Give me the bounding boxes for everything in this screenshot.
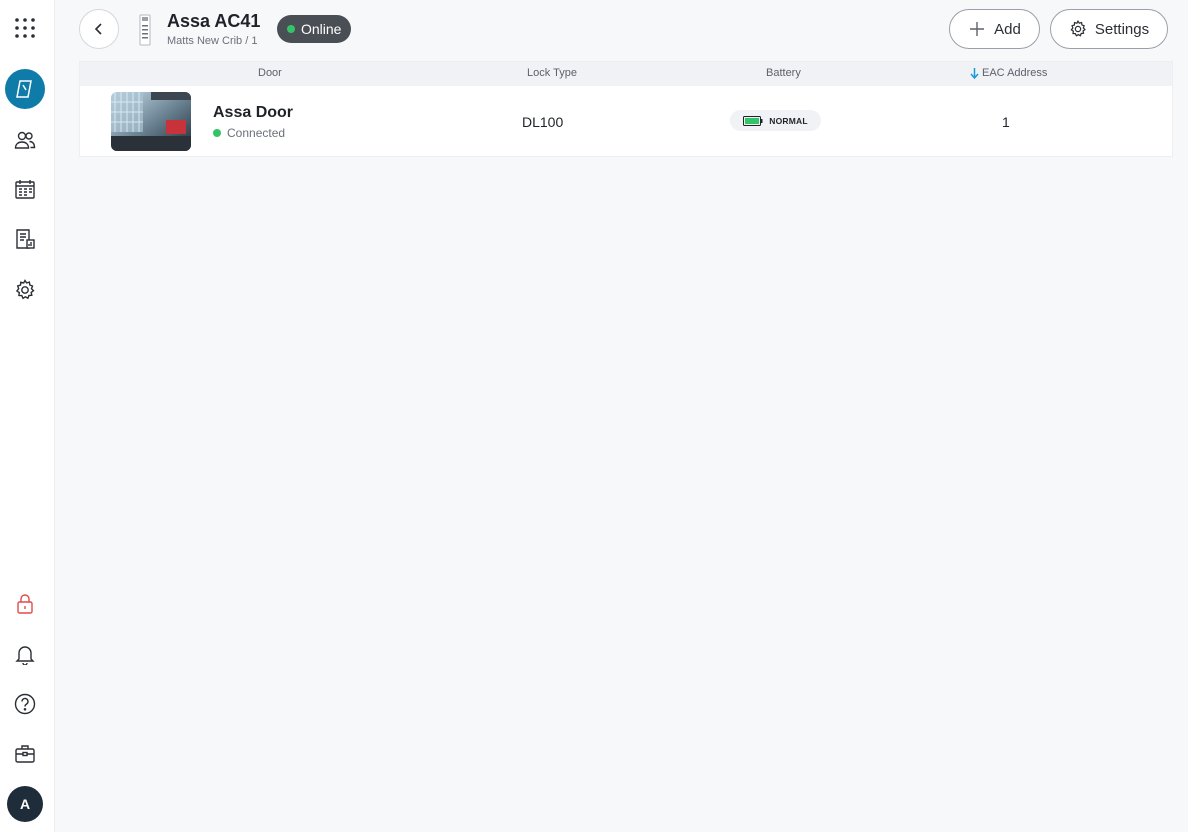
settings-button[interactable]: Settings xyxy=(1050,9,1168,49)
chevron-left-icon xyxy=(94,23,102,35)
add-button[interactable]: Add xyxy=(949,9,1040,49)
doors-table: Door Lock Type Battery EAC Address Assa … xyxy=(79,61,1173,157)
toolbox-icon[interactable] xyxy=(5,734,45,774)
column-header-eac-label: EAC Address xyxy=(982,67,1048,79)
door-connection-status: Connected xyxy=(213,126,285,140)
battery-status-label: NORMAL xyxy=(769,115,808,126)
plus-icon xyxy=(970,22,985,36)
connected-dot-icon xyxy=(213,129,221,137)
column-header-door[interactable]: Door xyxy=(258,67,282,79)
table-row[interactable]: Assa Door Connected DL100 NORMAL 1 xyxy=(80,86,1172,156)
apps-grid-icon[interactable] xyxy=(5,8,45,48)
column-header-lock-type[interactable]: Lock Type xyxy=(527,67,577,79)
table-header: Door Lock Type Battery EAC Address xyxy=(80,62,1172,86)
sidebar: A xyxy=(0,0,55,832)
credential-card-icon[interactable] xyxy=(5,69,45,109)
settings-gear-icon[interactable] xyxy=(5,270,45,310)
help-icon[interactable] xyxy=(5,684,45,724)
column-header-battery[interactable]: Battery xyxy=(766,67,801,79)
door-name[interactable]: Assa Door xyxy=(213,104,293,122)
sort-arrow-down-icon xyxy=(970,67,979,79)
battery-full-icon xyxy=(743,115,763,126)
breadcrumb: Matts New Crib / 1 xyxy=(167,35,258,47)
lock-icon[interactable] xyxy=(5,584,45,624)
door-photo xyxy=(111,92,191,151)
battery-badge: NORMAL xyxy=(730,110,821,131)
users-icon[interactable] xyxy=(5,120,45,160)
status-badge: Online xyxy=(277,15,352,43)
add-button-label: Add xyxy=(994,20,1021,38)
page-title: Assa AC41 xyxy=(167,11,261,31)
back-button[interactable] xyxy=(79,9,119,49)
status-label: Online xyxy=(301,21,342,37)
schedule-calendar-icon[interactable] xyxy=(5,169,45,209)
eac-address-value: 1 xyxy=(1002,114,1010,130)
avatar[interactable]: A xyxy=(7,786,43,822)
controller-device-icon xyxy=(139,14,151,46)
lock-type-value: DL100 xyxy=(522,114,564,130)
online-dot-icon xyxy=(287,25,295,33)
column-header-eac-address[interactable]: EAC Address xyxy=(970,67,1047,79)
door-status-label: Connected xyxy=(227,126,286,140)
settings-button-label: Settings xyxy=(1094,20,1150,38)
reports-icon[interactable] xyxy=(5,219,45,259)
gear-icon xyxy=(1070,20,1086,37)
notification-bell-icon[interactable] xyxy=(5,634,45,674)
